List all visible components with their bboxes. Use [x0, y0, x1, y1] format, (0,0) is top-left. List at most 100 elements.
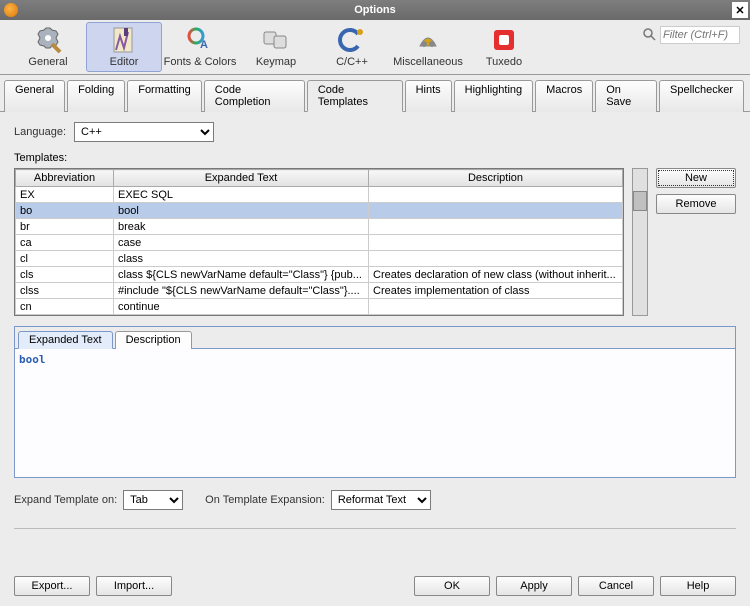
- cell-desc: [369, 219, 623, 235]
- subtab-code-completion[interactable]: Code Completion: [204, 80, 305, 112]
- export-button[interactable]: Export...: [14, 576, 90, 596]
- cell-desc: Creates declaration of new class (withou…: [369, 267, 623, 283]
- footer: Export... Import... OK Apply Cancel Help: [14, 576, 736, 596]
- templates-table[interactable]: Abbreviation Expanded Text Description E…: [14, 168, 624, 316]
- on-expansion-label: On Template Expansion:: [205, 494, 325, 506]
- language-select[interactable]: C++: [74, 122, 214, 142]
- window-title: Options: [354, 4, 396, 16]
- close-button[interactable]: ✕: [732, 2, 748, 18]
- subtab-code-templates[interactable]: Code Templates: [307, 80, 403, 112]
- ok-button[interactable]: OK: [414, 576, 490, 596]
- table-row[interactable]: cncontinue: [16, 299, 623, 315]
- app-icon: [4, 3, 18, 17]
- fonts-icon: A: [186, 26, 214, 54]
- cell-desc: [369, 235, 623, 251]
- cancel-button[interactable]: Cancel: [578, 576, 654, 596]
- category-ccpp[interactable]: C/C++: [314, 22, 390, 72]
- subtab-macros[interactable]: Macros: [535, 80, 593, 112]
- cell-abbrev: br: [16, 219, 114, 235]
- category-label: Editor: [110, 56, 139, 68]
- search-input[interactable]: [660, 26, 740, 44]
- cell-expanded: case: [114, 235, 369, 251]
- table-row[interactable]: brbreak: [16, 219, 623, 235]
- keymap-icon: [262, 26, 290, 54]
- col-abbrev[interactable]: Abbreviation: [16, 170, 114, 187]
- cell-expanded: class ${CLS newVarName default="Class"} …: [114, 267, 369, 283]
- cell-desc: [369, 187, 623, 203]
- table-row[interactable]: clss#include "${CLS newVarName default="…: [16, 283, 623, 299]
- table-row[interactable]: bobool: [16, 203, 623, 219]
- category-label: Fonts & Colors: [164, 56, 237, 68]
- cell-abbrev: bo: [16, 203, 114, 219]
- category-misc[interactable]: Miscellaneous: [390, 22, 466, 72]
- detail-box: Expanded TextDescription bool: [14, 326, 736, 478]
- subtab-highlighting[interactable]: Highlighting: [454, 80, 533, 112]
- expanded-text-editor[interactable]: bool: [15, 349, 735, 477]
- category-label: Miscellaneous: [393, 56, 463, 68]
- search-box: [642, 26, 740, 44]
- category-keymap[interactable]: Keymap: [238, 22, 314, 72]
- new-button[interactable]: New: [656, 168, 736, 188]
- cell-expanded: continue: [114, 299, 369, 315]
- category-label: C/C++: [336, 56, 368, 68]
- gear-icon: [34, 26, 62, 54]
- cell-desc: Creates implementation of class: [369, 283, 623, 299]
- scroll-thumb[interactable]: [633, 191, 647, 211]
- cell-abbrev: clss: [16, 283, 114, 299]
- search-icon: [642, 27, 656, 44]
- cell-expanded: break: [114, 219, 369, 235]
- cell-expanded: #include "${CLS newVarName default="Clas…: [114, 283, 369, 299]
- cell-expanded: bool: [114, 203, 369, 219]
- table-scrollbar[interactable]: [632, 168, 648, 316]
- cell-abbrev: cl: [16, 251, 114, 267]
- templates-label: Templates:: [14, 152, 67, 164]
- titlebar: Options ✕: [0, 0, 750, 20]
- separator: [14, 528, 736, 529]
- expand-on-select[interactable]: Tab: [123, 490, 183, 510]
- cell-expanded: EXEC SQL: [114, 187, 369, 203]
- table-row[interactable]: EXEXEC SQL: [16, 187, 623, 203]
- cell-abbrev: ca: [16, 235, 114, 251]
- category-general[interactable]: General: [10, 22, 86, 72]
- subtab-spellchecker[interactable]: Spellchecker: [659, 80, 744, 112]
- table-row[interactable]: clclass: [16, 251, 623, 267]
- import-button[interactable]: Import...: [96, 576, 172, 596]
- subtab-folding[interactable]: Folding: [67, 80, 125, 112]
- category-label: General: [28, 56, 67, 68]
- subtab-general[interactable]: General: [4, 80, 65, 112]
- svg-text:A: A: [200, 39, 208, 51]
- category-toolbar: General Editor A Fonts & Colors Keymap C…: [0, 20, 750, 75]
- tuxedo-icon: [490, 26, 518, 54]
- col-desc[interactable]: Description: [369, 170, 623, 187]
- apply-button[interactable]: Apply: [496, 576, 572, 596]
- misc-icon: [414, 26, 442, 54]
- detail-tab-expanded-text[interactable]: Expanded Text: [18, 331, 113, 349]
- category-tuxedo[interactable]: Tuxedo: [466, 22, 542, 72]
- ccpp-icon: [338, 26, 366, 54]
- subtab-hints[interactable]: Hints: [405, 80, 452, 112]
- detail-tab-description[interactable]: Description: [115, 331, 192, 349]
- cell-abbrev: EX: [16, 187, 114, 203]
- on-expansion-select[interactable]: Reformat Text: [331, 490, 431, 510]
- category-label: Keymap: [256, 56, 296, 68]
- language-label: Language:: [14, 126, 66, 138]
- editor-icon: [110, 26, 138, 54]
- cell-desc: [369, 203, 623, 219]
- expand-on-label: Expand Template on:: [14, 494, 117, 506]
- help-button[interactable]: Help: [660, 576, 736, 596]
- category-fonts[interactable]: A Fonts & Colors: [162, 22, 238, 72]
- table-row[interactable]: clsclass ${CLS newVarName default="Class…: [16, 267, 623, 283]
- remove-button[interactable]: Remove: [656, 194, 736, 214]
- cell-desc: [369, 251, 623, 267]
- editor-subtabs: GeneralFoldingFormattingCode CompletionC…: [0, 75, 750, 112]
- cell-expanded: class: [114, 251, 369, 267]
- subtab-formatting[interactable]: Formatting: [127, 80, 202, 112]
- cell-abbrev: cls: [16, 267, 114, 283]
- subtab-on-save[interactable]: On Save: [595, 80, 657, 112]
- category-label: Tuxedo: [486, 56, 522, 68]
- col-expanded[interactable]: Expanded Text: [114, 170, 369, 187]
- category-editor[interactable]: Editor: [86, 22, 162, 72]
- cell-abbrev: cn: [16, 299, 114, 315]
- table-row[interactable]: cacase: [16, 235, 623, 251]
- cell-desc: [369, 299, 623, 315]
